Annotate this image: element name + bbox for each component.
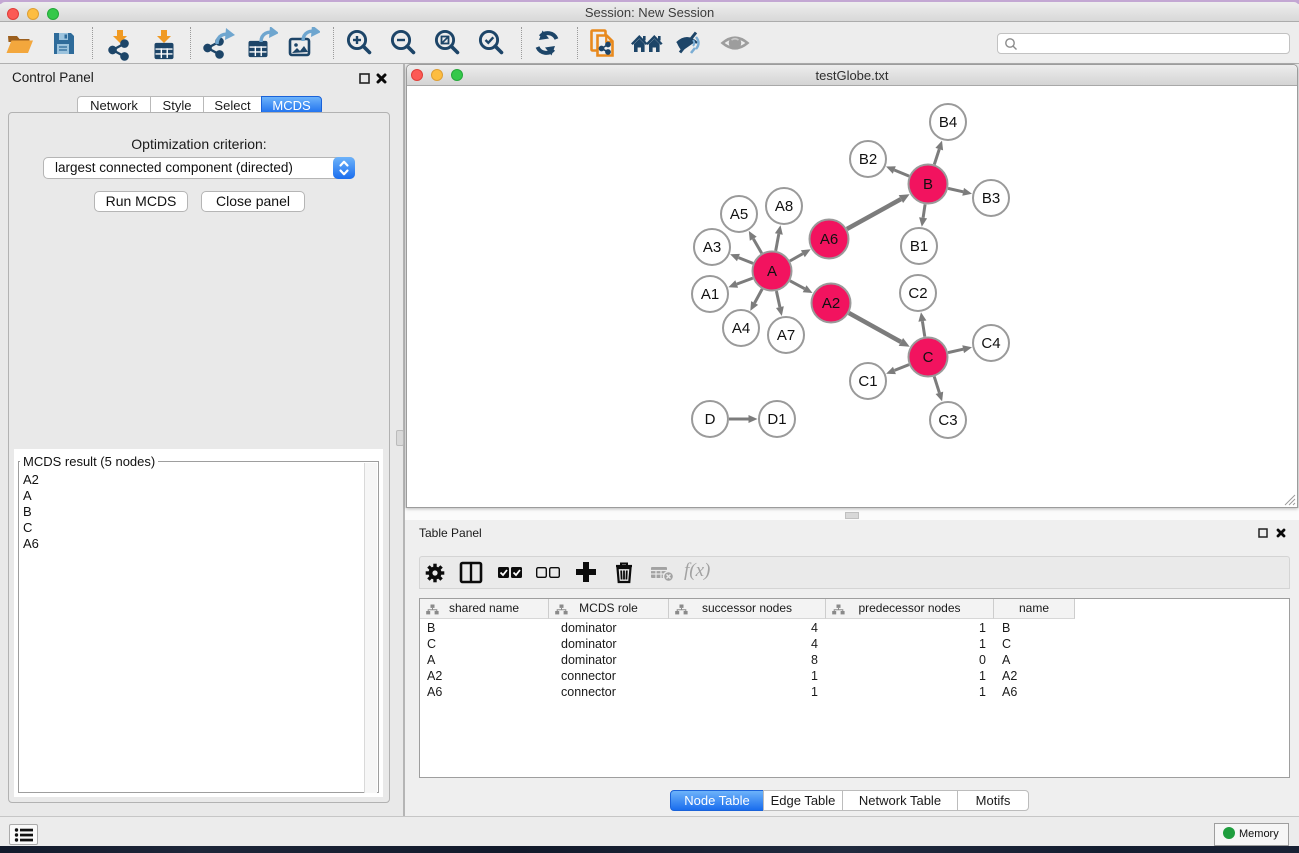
svg-text:A6: A6 bbox=[820, 231, 838, 248]
svg-text:A1: A1 bbox=[701, 286, 719, 303]
svg-text:A7: A7 bbox=[777, 327, 795, 344]
svg-text:B: B bbox=[923, 176, 933, 193]
svg-text:D: D bbox=[705, 411, 716, 428]
svg-text:B2: B2 bbox=[859, 151, 877, 168]
svg-text:A: A bbox=[767, 263, 777, 280]
svg-text:B1: B1 bbox=[910, 238, 928, 255]
svg-text:C: C bbox=[923, 349, 934, 366]
svg-text:B3: B3 bbox=[982, 190, 1000, 207]
svg-text:C2: C2 bbox=[908, 285, 927, 302]
svg-text:C1: C1 bbox=[858, 373, 877, 390]
svg-text:A2: A2 bbox=[822, 295, 840, 312]
svg-text:A4: A4 bbox=[732, 320, 750, 337]
svg-text:C3: C3 bbox=[938, 412, 957, 429]
svg-text:B4: B4 bbox=[939, 114, 957, 131]
svg-text:A8: A8 bbox=[775, 198, 793, 215]
svg-text:A3: A3 bbox=[703, 239, 721, 256]
svg-text:C4: C4 bbox=[981, 335, 1000, 352]
svg-text:D1: D1 bbox=[767, 411, 786, 428]
svg-text:A5: A5 bbox=[730, 206, 748, 223]
